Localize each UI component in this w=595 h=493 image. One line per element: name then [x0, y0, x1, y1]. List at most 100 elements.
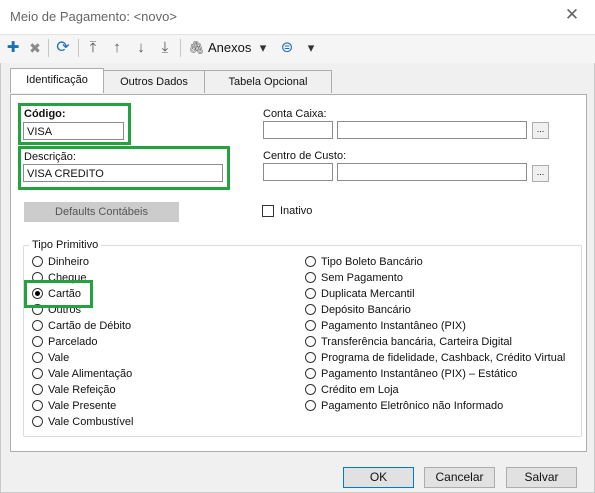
radio-button[interactable]	[305, 400, 316, 411]
centro-custo-name-input[interactable]	[337, 163, 527, 181]
radio-option[interactable]: Outros	[32, 302, 282, 318]
radio-option[interactable]: Pagamento Instantâneo (PIX) – Estático	[305, 366, 580, 382]
radio-option[interactable]: Vale Combustível	[32, 414, 282, 430]
radio-button[interactable]	[305, 384, 316, 395]
save-button[interactable]: Salvar	[506, 467, 577, 488]
radio-button[interactable]	[32, 272, 43, 283]
codigo-input[interactable]: VISA	[23, 122, 124, 140]
radio-option[interactable]: Cheque	[32, 270, 282, 286]
radio-button[interactable]	[305, 368, 316, 379]
radio-label: Transferência bancária, Carteira Digital	[321, 336, 512, 348]
radio-button[interactable]	[305, 320, 316, 331]
tab-outros-dados[interactable]: Outros Dados	[102, 70, 206, 93]
radio-button[interactable]	[32, 400, 43, 411]
radio-option[interactable]: Pagamento Eletrônico não Informado	[305, 398, 580, 414]
radio-option[interactable]: Dinheiro	[32, 254, 282, 270]
radio-option[interactable]: Duplicata Mercantil	[305, 286, 580, 302]
radio-label: Duplicata Mercantil	[321, 288, 415, 300]
radio-label: Cheque	[48, 272, 87, 284]
conta-caixa-label: Conta Caixa:	[263, 108, 327, 120]
refresh-icon[interactable]: ⟳	[53, 37, 73, 59]
radio-button[interactable]	[305, 272, 316, 283]
next-record-icon[interactable]: ↓	[132, 37, 150, 59]
radio-label: Dinheiro	[48, 256, 89, 268]
descricao-label: Descrição:	[24, 151, 76, 163]
close-icon[interactable]: ✕	[563, 6, 581, 24]
ok-button[interactable]: OK	[343, 467, 414, 488]
radio-button[interactable]	[32, 288, 43, 299]
tab-strip: Identificação Outros Dados Tabela Opcion…	[10, 68, 332, 94]
radio-button[interactable]	[32, 368, 43, 379]
radio-label: Vale Presente	[48, 400, 117, 412]
centro-custo-lookup-button[interactable]: ...	[532, 165, 549, 182]
inativo-checkbox[interactable]	[262, 205, 274, 217]
window-title: Meio de Pagamento: <novo>	[10, 9, 177, 24]
previous-record-icon[interactable]: ↑	[108, 37, 126, 59]
radio-label: Crédito em Loja	[321, 384, 399, 396]
radio-button[interactable]	[305, 256, 316, 267]
radio-label: Sem Pagamento	[321, 272, 403, 284]
conta-caixa-code-input[interactable]	[263, 121, 333, 139]
tipo-primitivo-title: Tipo Primitivo	[29, 239, 102, 251]
conta-caixa-name-input[interactable]	[337, 121, 527, 139]
radio-button[interactable]	[305, 288, 316, 299]
radio-label: Programa de fidelidade, Cashback, Crédit…	[321, 352, 566, 364]
radio-label: Tipo Boleto Bancário	[321, 256, 423, 268]
descricao-input[interactable]: VISA CREDITO	[23, 164, 223, 182]
radio-button[interactable]	[32, 352, 43, 363]
radio-option[interactable]: Vale Refeição	[32, 382, 282, 398]
defaults-contabeis-button[interactable]: Defaults Contábeis	[24, 202, 179, 222]
radio-option[interactable]: Crédito em Loja	[305, 382, 580, 398]
radio-button[interactable]	[305, 352, 316, 363]
toolbar: ✚ ✖ ⟳ ⤒ ↑ ↓ ⤓ 🖇 Anexos ▾ ⊜ ▾	[0, 35, 595, 63]
radio-option[interactable]: Programa de fidelidade, Cashback, Crédit…	[305, 350, 580, 366]
radio-button[interactable]	[32, 304, 43, 315]
options-icon[interactable]: ⊜	[278, 37, 296, 59]
radio-button[interactable]	[305, 304, 316, 315]
radio-button[interactable]	[32, 336, 43, 347]
toolbar-separator	[48, 39, 49, 57]
radio-button[interactable]	[32, 320, 43, 331]
radio-option[interactable]: Transferência bancária, Carteira Digital	[305, 334, 580, 350]
delete-icon[interactable]: ✖	[26, 37, 44, 59]
codigo-label: Código:	[24, 108, 66, 120]
chevron-down-icon[interactable]: ▾	[304, 37, 318, 59]
radio-option[interactable]: Pagamento Instantâneo (PIX)	[305, 318, 580, 334]
radio-label: Parcelado	[48, 336, 98, 348]
first-record-icon[interactable]: ⤒	[84, 37, 102, 59]
paperclip-icon[interactable]: 🖇	[188, 37, 205, 59]
anexos-menu[interactable]: Anexos	[208, 37, 254, 59]
add-icon[interactable]: ✚	[4, 37, 22, 59]
radio-button[interactable]	[32, 416, 43, 427]
tab-tabela-opcional[interactable]: Tabela Opcional	[204, 70, 332, 93]
conta-caixa-lookup-button[interactable]: ...	[532, 122, 549, 139]
radio-button[interactable]	[32, 256, 43, 267]
last-record-icon[interactable]: ⤓	[156, 37, 174, 59]
radio-label: Vale Combustível	[48, 416, 134, 428]
radio-option[interactable]: Parcelado	[32, 334, 282, 350]
radio-option[interactable]: Tipo Boleto Bancário	[305, 254, 580, 270]
radio-button[interactable]	[32, 384, 43, 395]
radio-option[interactable]: Vale Presente	[32, 398, 282, 414]
tab-identificacao[interactable]: Identificação	[10, 68, 104, 93]
chevron-down-icon[interactable]: ▾	[256, 37, 270, 59]
toolbar-separator	[78, 39, 79, 57]
radio-option[interactable]: Vale	[32, 350, 282, 366]
inativo-label: Inativo	[280, 205, 313, 217]
radio-label: Pagamento Instantâneo (PIX) – Estático	[321, 368, 518, 380]
radio-option[interactable]: Depósito Bancário	[305, 302, 580, 318]
radio-label: Vale	[48, 352, 70, 364]
radio-option[interactable]: Sem Pagamento	[305, 270, 580, 286]
toolbar-separator	[180, 39, 181, 57]
radio-option[interactable]: Cartão	[32, 286, 282, 302]
cancel-button[interactable]: Cancelar	[424, 467, 495, 488]
radio-label: Cartão de Débito	[48, 320, 132, 332]
radio-label: Pagamento Instantâneo (PIX)	[321, 320, 466, 332]
radio-option[interactable]: Vale Alimentação	[32, 366, 282, 382]
centro-custo-code-input[interactable]	[263, 163, 333, 181]
radio-button[interactable]	[305, 336, 316, 347]
title-bar: Meio de Pagamento: <novo> ✕	[0, 0, 595, 35]
centro-custo-label: Centro de Custo:	[263, 150, 347, 162]
radio-option[interactable]: Cartão de Débito	[32, 318, 282, 334]
radio-label: Pagamento Eletrônico não Informado	[321, 400, 504, 412]
